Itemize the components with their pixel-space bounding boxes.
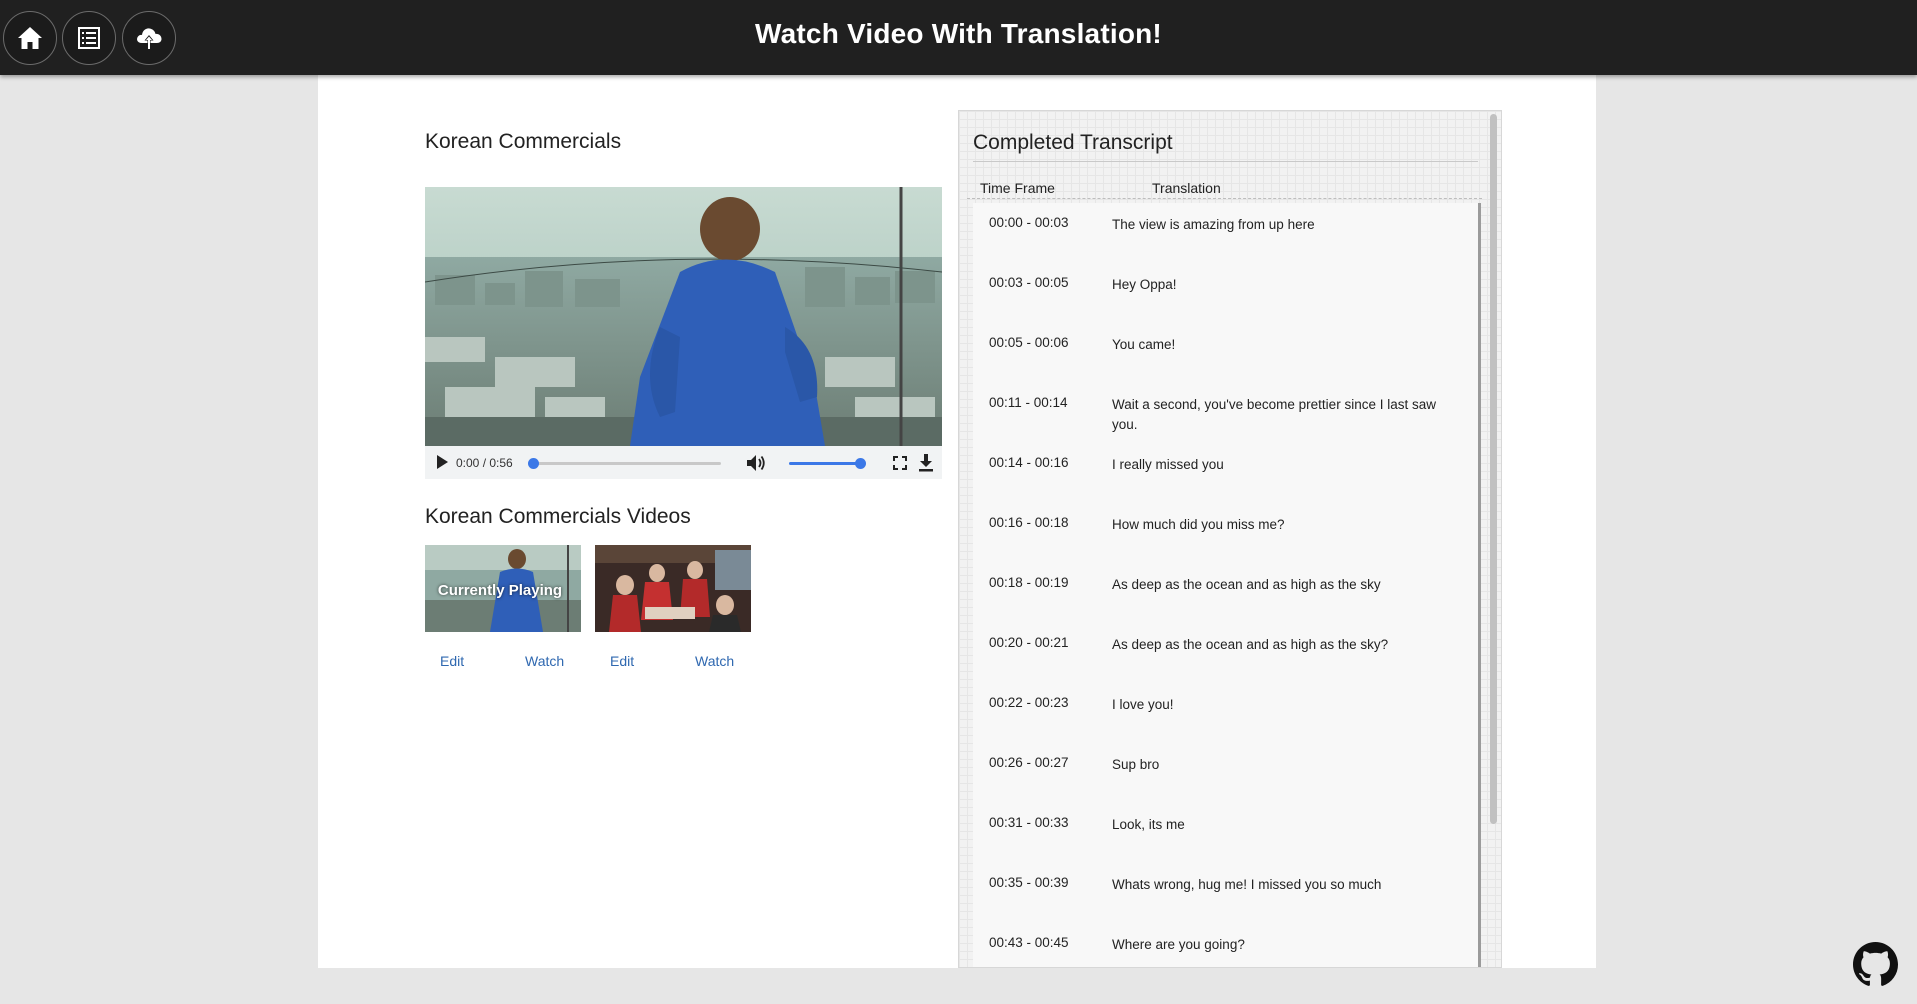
github-icon[interactable] [1853,942,1898,992]
time-frame: 00:26 - 00:27 [989,755,1069,770]
download-icon[interactable] [919,454,933,477]
header-divider [967,198,1482,199]
time-frame: 00:22 - 00:23 [989,695,1069,710]
translation-text: Look, its me [1112,817,1185,832]
time-frame: 00:03 - 00:05 [989,275,1069,290]
volume-icon[interactable] [746,454,766,477]
top-bar: Watch Video With Translation! [0,0,1917,75]
edit-link-1[interactable]: Edit [440,653,464,669]
translation-text: Wait a second, you've become prettier si… [1112,397,1436,432]
translation-text: You came! [1112,337,1176,352]
play-icon[interactable] [436,455,448,474]
transcript-panel: Completed Transcript Time Frame Translat… [958,110,1502,968]
progress-slider[interactable] [528,458,721,469]
column-header-time: Time Frame [980,180,1055,196]
translation-text: Sup bro [1112,757,1160,772]
time-frame: 00:11 - 00:14 [989,395,1068,410]
transcript-scrollbar[interactable] [1490,114,1497,824]
transcript-list[interactable]: 00:00 - 00:03 The view is amazing from up… [973,203,1481,967]
watch-link-2[interactable]: Watch [695,653,734,669]
time-frame: 00:00 - 00:03 [989,215,1069,230]
time-frame: 00:31 - 00:33 [989,815,1069,830]
volume-thumb[interactable] [855,458,866,469]
video-controls: 0:00 / 0:56 [425,446,942,479]
video-thumbnail-2[interactable] [595,545,751,632]
translation-text: I love you! [1112,697,1174,712]
translation-text: I really missed you [1112,457,1224,472]
translation-text: How much did you miss me? [1112,517,1285,532]
time-frame: 00:20 - 00:21 [989,635,1069,650]
translation-text: As deep as the ocean and as high as the … [1112,577,1381,592]
video-player[interactable]: 0:00 / 0:56 [425,187,942,479]
app-title: Watch Video With Translation! [755,18,1162,49]
transcript-title: Completed Transcript [973,131,1173,154]
volume-slider[interactable] [789,458,866,469]
progress-thumb[interactable] [528,458,539,469]
time-frame: 00:43 - 00:45 [989,935,1069,950]
title-divider [973,161,1478,162]
currently-playing-label: Currently Playing [437,582,563,599]
edit-link-2[interactable]: Edit [610,653,634,669]
time-frame: 00:05 - 00:06 [989,335,1069,350]
video-still-image [425,187,942,446]
fullscreen-icon[interactable] [893,456,907,475]
watch-link-1[interactable]: Watch [525,653,564,669]
time-frame: 00:35 - 00:39 [989,875,1069,890]
time-display: 0:00 / 0:56 [456,456,513,470]
thumbnail-image [595,545,751,632]
video-thumbnail-1[interactable]: Currently Playing [425,545,581,632]
translation-text: As deep as the ocean and as high as the … [1112,637,1389,652]
time-frame: 00:18 - 00:19 [989,575,1069,590]
time-frame: 00:14 - 00:16 [989,455,1069,470]
video-title: Korean Commercials [425,130,622,153]
translation-text: The view is amazing from up here [1112,217,1315,232]
time-frame: 00:16 - 00:18 [989,515,1069,530]
translation-text: Where are you going? [1112,937,1245,952]
main-panel: Korean Commercials 0:00 / 0:56 Korean Co… [318,75,1596,968]
video-frame[interactable] [425,187,942,446]
translation-text: Hey Oppa! [1112,277,1177,292]
videos-heading: Korean Commercials Videos [425,505,691,528]
column-header-translation: Translation [1152,180,1221,196]
translation-text: Whats wrong, hug me! I missed you so muc… [1112,877,1382,892]
